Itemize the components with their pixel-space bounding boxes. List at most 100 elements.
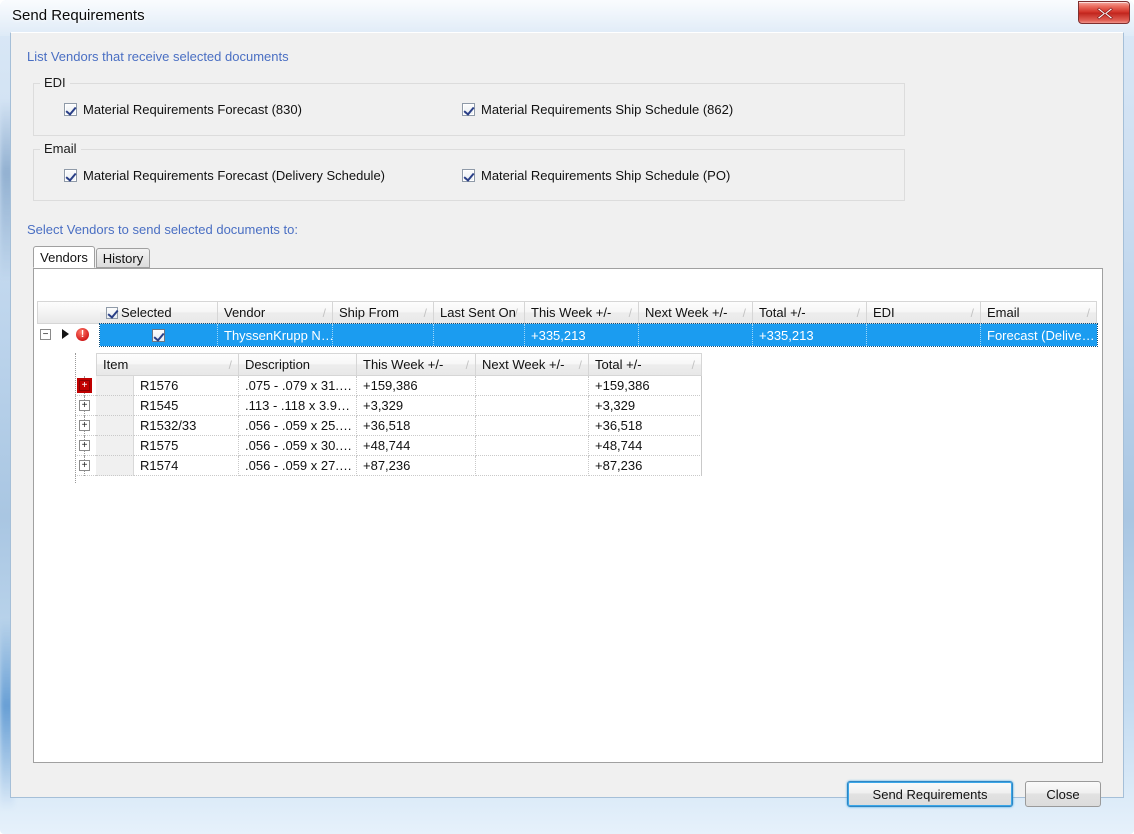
column-header-label: Item [103, 357, 129, 372]
close-button[interactable]: Close [1025, 781, 1101, 807]
column-header-label: Next Week +/- [482, 357, 565, 372]
table-row[interactable]: + R1532/33 .056 - .059 x 25.… +36,518 +3… [75, 416, 702, 436]
table-row[interactable]: + R1545 .113 - .118 x 3.9… +3,329 +3,329 [75, 396, 702, 416]
column-header-this-week[interactable]: This Week +/- / [525, 301, 639, 324]
group-edi: EDI Material Requirements Forecast (830)… [33, 75, 905, 136]
detail-column-header-description[interactable]: Description [239, 353, 357, 376]
column-header-total[interactable]: Total +/- / [753, 301, 867, 324]
cell-email: Forecast (Delive… [987, 327, 1095, 343]
filter-icon[interactable]: / [971, 306, 974, 320]
column-header-ship-from[interactable]: Ship From / [333, 301, 434, 324]
detail-row-expand-toggle[interactable]: + [79, 380, 90, 391]
row-checkbox-icon[interactable] [152, 328, 165, 342]
detail-row-indicator [96, 416, 134, 436]
detail-row-expand-toggle[interactable]: + [79, 440, 90, 451]
column-header-label: Last Sent On [440, 305, 516, 320]
group-edi-legend: EDI [40, 75, 70, 90]
detail-row-expand-toggle[interactable]: + [79, 400, 90, 411]
detail-cell-description: .075 - .079 x 31.… [239, 376, 357, 396]
tab-history[interactable]: History [96, 248, 150, 268]
checkbox-box-icon [64, 103, 77, 116]
send-requirements-button[interactable]: Send Requirements [847, 781, 1013, 807]
current-row-indicator-icon [62, 329, 69, 339]
cell-vendor: ThyssenKrupp N… [218, 324, 333, 346]
detail-cell-description: .056 - .059 x 27.… [239, 456, 357, 476]
column-header-edi[interactable]: EDI / [867, 301, 981, 324]
filter-icon[interactable]: / [229, 358, 232, 372]
filter-icon[interactable]: / [579, 358, 582, 372]
checkbox-label: Material Requirements Forecast (Delivery… [83, 168, 386, 183]
filter-icon[interactable]: / [515, 306, 518, 320]
filter-icon[interactable]: / [466, 358, 469, 372]
checkbox-email-forecast-delivery-schedule[interactable]: Material Requirements Forecast (Delivery… [64, 168, 385, 183]
checkbox-box-icon [462, 169, 475, 182]
detail-cell-total: +48,744 [589, 436, 702, 456]
detail-cell-next-week [476, 416, 589, 436]
detail-column-header-item[interactable]: Item / [96, 353, 239, 376]
detail-cell-total: +3,329 [589, 396, 702, 416]
detail-grid-header-row: Item / Description This Week +/- / Next … [96, 353, 702, 376]
detail-column-header-this-week[interactable]: This Week +/- / [357, 353, 476, 376]
checkbox-email-ship-schedule-po[interactable]: Material Requirements Ship Schedule (PO) [462, 168, 730, 183]
detail-cell-description: .113 - .118 x 3.9… [239, 396, 357, 416]
filter-icon[interactable]: / [857, 306, 860, 320]
column-header-email[interactable]: Email / [981, 301, 1097, 324]
cell-this-week: +335,213 [525, 324, 639, 346]
detail-cell-this-week: +3,329 [357, 396, 476, 416]
vendor-grid-row[interactable]: − ! ThyssenKrupp N… +335,213 +335,213 Fo… [37, 323, 1098, 347]
title-bar: Send Requirements [0, 0, 1134, 34]
cell-ship-from [333, 324, 434, 346]
checkbox-box-icon [462, 103, 475, 116]
column-header-selected[interactable]: Selected [100, 301, 218, 324]
detail-row-expand-toggle[interactable]: + [79, 460, 90, 471]
checkbox-box-icon [64, 169, 77, 182]
table-row[interactable]: + R1575 .056 - .059 x 30.… +48,744 +48,7… [75, 436, 702, 456]
filter-icon[interactable]: / [692, 358, 695, 372]
column-header-label: Description [245, 357, 311, 372]
cell-edi [867, 324, 981, 346]
cell-total: +335,213 [753, 324, 867, 346]
column-header-vendor[interactable]: Vendor / [218, 301, 333, 324]
row-error-icon[interactable]: ! [76, 328, 89, 341]
detail-column-header-next-week[interactable]: Next Week +/- / [476, 353, 589, 376]
detail-row-indicator [96, 396, 134, 416]
detail-cell-this-week: +36,518 [357, 416, 476, 436]
detail-cell-this-week: +87,236 [357, 456, 476, 476]
filter-icon[interactable]: / [743, 306, 746, 320]
table-row[interactable]: + R1574 .056 - .059 x 27.… +87,236 +87,2… [75, 456, 702, 476]
dialog-client-area: List Vendors that receive selected docum… [10, 32, 1124, 807]
column-header-next-week[interactable]: Next Week +/- / [639, 301, 753, 324]
checkbox-label: Material Requirements Forecast (830) [83, 102, 302, 117]
column-header-label: Total +/- [595, 357, 642, 372]
row-collapse-toggle[interactable]: − [40, 329, 51, 340]
vendor-grid-header-indent [37, 301, 100, 324]
filter-icon[interactable]: / [424, 306, 427, 320]
checkbox-edi-ship-schedule-862[interactable]: Material Requirements Ship Schedule (862… [462, 102, 733, 117]
detail-column-header-total[interactable]: Total +/- / [589, 353, 702, 376]
select-vendors-heading: Select Vendors to send selected document… [27, 222, 299, 237]
tab-history-label: History [102, 250, 144, 266]
column-header-label: Ship From [339, 305, 399, 320]
column-header-last-sent-on[interactable]: Last Sent On / [434, 301, 525, 324]
tab-vendors[interactable]: Vendors [33, 246, 95, 268]
select-all-checkbox-icon[interactable] [106, 306, 118, 319]
list-vendors-heading: List Vendors that receive selected docum… [27, 49, 289, 64]
vendors-grid-panel: Selected Vendor / Ship From / Last Sent … [33, 268, 1103, 763]
filter-icon[interactable]: / [1087, 306, 1090, 320]
vendor-grid-header-row: Selected Vendor / Ship From / Last Sent … [37, 301, 1097, 324]
detail-cell-total: +87,236 [589, 456, 702, 476]
close-button-label: Close [1046, 786, 1080, 802]
close-window-button[interactable] [1078, 1, 1130, 24]
detail-row-expand-toggle[interactable]: + [79, 420, 90, 431]
table-row[interactable]: + R1576 .075 - .079 x 31.… +159,386 +159… [75, 376, 702, 396]
detail-cell-next-week [476, 396, 589, 416]
detail-cell-item: R1574 [134, 456, 239, 476]
detail-cell-item: R1545 [134, 396, 239, 416]
detail-cell-item: R1575 [134, 436, 239, 456]
filter-icon[interactable]: / [629, 306, 632, 320]
detail-grid-body: + R1576 .075 - .079 x 31.… +159,386 +159… [75, 376, 702, 476]
cell-selected[interactable] [100, 324, 218, 346]
filter-icon[interactable]: / [323, 306, 326, 320]
checkbox-edi-forecast-830[interactable]: Material Requirements Forecast (830) [64, 102, 302, 117]
detail-cell-description: .056 - .059 x 30.… [239, 436, 357, 456]
